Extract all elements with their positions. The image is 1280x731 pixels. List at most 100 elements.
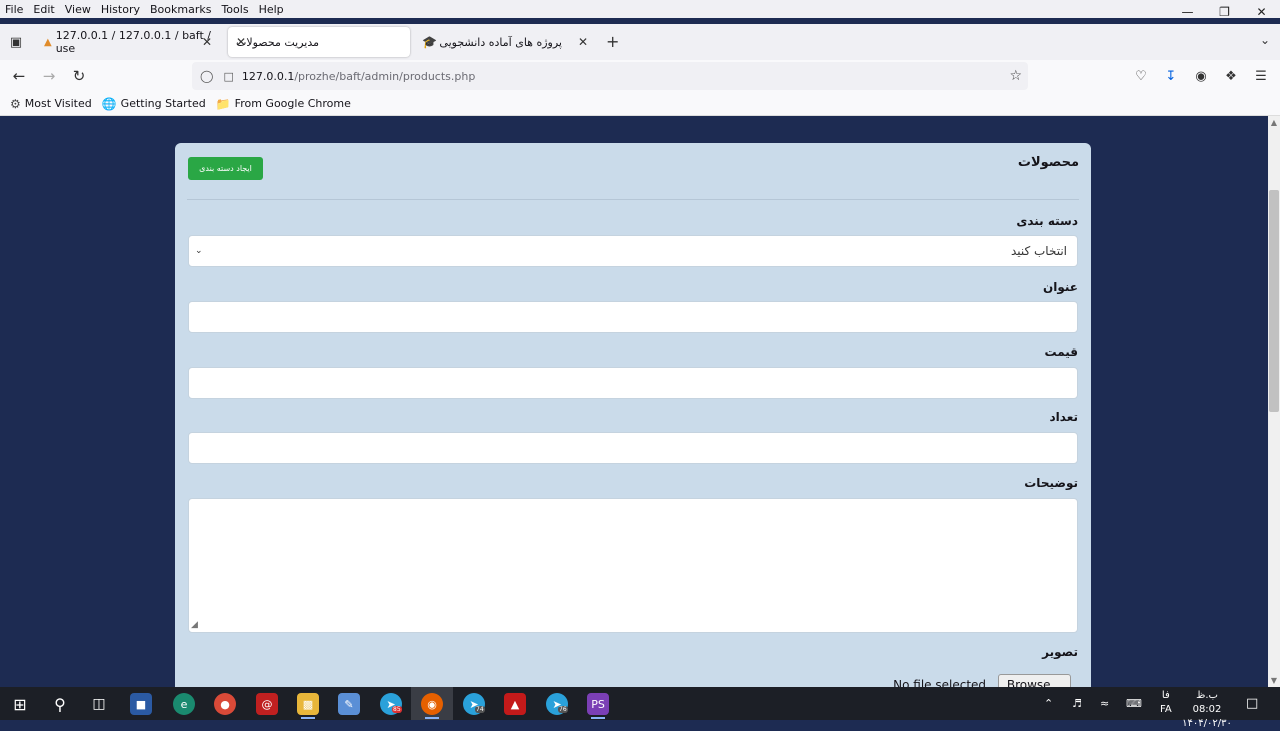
- new-tab-icon[interactable]: +: [606, 32, 619, 51]
- edge-icon[interactable]: e: [173, 693, 195, 715]
- chevron-down-icon: ⌄: [195, 246, 203, 256]
- firefox-icon[interactable]: ◉: [421, 693, 443, 715]
- menu-icon[interactable]: ☰: [1252, 66, 1270, 86]
- title-input[interactable]: [188, 301, 1078, 333]
- page-scrollbar[interactable]: ▲ ▼: [1268, 116, 1280, 687]
- image-file-input[interactable]: No file selected. Browse...: [893, 674, 1071, 687]
- graduation-cap-icon: 🎓: [422, 35, 437, 49]
- category-selected-value: انتخاب کنید: [1010, 244, 1067, 258]
- volume-icon[interactable]: ♬: [1072, 687, 1082, 720]
- url-host: 127.0.0.1: [241, 69, 295, 83]
- products-card: محصولات ایجاد دسته بندی دسته بندی ⌄ انتخ…: [175, 143, 1091, 687]
- menu-view[interactable]: View: [60, 3, 96, 16]
- telegram-badge: 74: [475, 706, 485, 713]
- tab-title: 127.0.0.1 / 127.0.0.1 / baft / use: [55, 29, 211, 55]
- close-tab-icon[interactable]: ✕: [202, 35, 212, 49]
- bookmark-most-visited[interactable]: ⚙ Most Visited: [10, 97, 92, 111]
- menu-bookmarks[interactable]: Bookmarks: [145, 3, 216, 16]
- running-indicator: [301, 717, 315, 719]
- clock-date: ۱۴۰۴/۰۲/۳۰: [1182, 718, 1232, 729]
- divider: [187, 199, 1079, 200]
- language-code: FA: [1160, 704, 1172, 715]
- category-select[interactable]: ⌄ انتخاب کنید: [188, 235, 1078, 267]
- download-icon[interactable]: ↧: [1162, 66, 1180, 86]
- title-label: عنوان: [1043, 280, 1078, 294]
- bookmark-label: Getting Started: [120, 97, 206, 110]
- menu-tools[interactable]: Tools: [216, 3, 253, 16]
- price-label: قیمت: [1044, 345, 1078, 359]
- account-icon[interactable]: ◉: [1192, 66, 1210, 86]
- tab-products[interactable]: مدیریت محصولات ✕: [228, 27, 410, 57]
- scroll-up-icon[interactable]: ▲: [1268, 118, 1280, 127]
- bookmark-label: Most Visited: [24, 97, 92, 110]
- tab-bar: ▣ ▲ 127.0.0.1 / 127.0.0.1 / baft / use ✕…: [0, 24, 1280, 60]
- task-view-icon[interactable]: ◫: [88, 693, 110, 715]
- page-title: محصولات: [1017, 155, 1079, 170]
- telegram-badge: 76: [558, 706, 568, 713]
- resize-grip-icon[interactable]: ◢: [191, 620, 198, 630]
- create-category-button[interactable]: ایجاد دسته بندی: [188, 157, 263, 180]
- restore-icon[interactable]: ❐: [1206, 0, 1243, 24]
- scroll-down-icon[interactable]: ▼: [1268, 676, 1280, 685]
- windows-start-icon[interactable]: ⊞: [9, 693, 31, 715]
- description-textarea[interactable]: ◢: [188, 498, 1078, 633]
- globe-icon: 🌐: [101, 96, 117, 111]
- notepad-icon[interactable]: ✎: [338, 693, 360, 715]
- menu-bar: File Edit View History Bookmarks Tools H…: [0, 0, 1280, 18]
- forward-icon[interactable]: →: [39, 66, 59, 86]
- description-label: توضیحات: [1024, 476, 1078, 490]
- bookmark-star-icon[interactable]: ☆: [1009, 68, 1022, 84]
- tab-phpmyadmin[interactable]: ▲ 127.0.0.1 / 127.0.0.1 / baft / use ✕: [36, 27, 220, 57]
- phpstorm-icon[interactable]: PS: [587, 693, 609, 715]
- app-icon[interactable]: @: [256, 693, 278, 715]
- scrollbar-thumb[interactable]: [1269, 190, 1279, 412]
- wifi-icon[interactable]: ≈: [1100, 687, 1109, 720]
- back-icon[interactable]: ←: [9, 66, 29, 86]
- count-input[interactable]: [188, 432, 1078, 464]
- clock[interactable]: ب.ظ 08:02 ۱۴۰۴/۰۲/۳۰: [1182, 689, 1232, 731]
- file-status: No file selected.: [893, 678, 990, 687]
- menu-help[interactable]: Help: [254, 3, 289, 16]
- close-tab-icon[interactable]: ✕: [578, 35, 588, 49]
- search-icon[interactable]: ⚲: [49, 693, 71, 715]
- tab-student-projects[interactable]: پروژه های آماده دانشجویی 🎓 ✕: [414, 27, 598, 57]
- extensions-icon[interactable]: ❖: [1222, 66, 1240, 86]
- running-indicator: [591, 717, 605, 719]
- bookmark-from-google-chrome[interactable]: 📁 From Google Chrome: [216, 97, 351, 111]
- price-input[interactable]: [188, 367, 1078, 399]
- chevron-up-icon[interactable]: ⌃: [1044, 687, 1053, 720]
- close-window-icon[interactable]: ✕: [1243, 0, 1280, 24]
- folder-icon: 📁: [215, 96, 231, 111]
- bookmark-getting-started[interactable]: 🌐 Getting Started: [102, 97, 206, 111]
- reload-icon[interactable]: ↻: [69, 66, 89, 86]
- shield-icon[interactable]: ◯: [200, 69, 213, 83]
- file-explorer-icon[interactable]: ▩: [297, 693, 319, 715]
- image-label: تصویر: [1042, 645, 1078, 659]
- page-icon[interactable]: □: [223, 70, 233, 83]
- phpmyadmin-icon: ▲: [44, 36, 52, 48]
- count-label: تعداد: [1049, 410, 1078, 424]
- tab-overview-icon[interactable]: ▣: [6, 32, 26, 52]
- menu-history[interactable]: History: [96, 3, 145, 16]
- notification-icon[interactable]: □: [1246, 687, 1258, 720]
- clock-time: ب.ظ 08:02: [1192, 690, 1222, 715]
- url-path: /prozhe/baft/admin/products.php: [294, 69, 476, 83]
- browse-button[interactable]: Browse...: [997, 674, 1071, 687]
- window-controls: — ❐ ✕: [1169, 0, 1280, 24]
- bookmark-label: From Google Chrome: [234, 97, 351, 110]
- bookmarks-bar: ⚙ Most Visited 🌐 Getting Started 📁 From …: [0, 92, 1280, 116]
- store-icon[interactable]: ■: [130, 693, 152, 715]
- chevron-down-icon[interactable]: ⌄: [1260, 33, 1270, 47]
- menu-file[interactable]: File: [0, 3, 28, 16]
- language-indicator[interactable]: فا FA: [1160, 689, 1172, 717]
- menu-edit[interactable]: Edit: [28, 3, 59, 16]
- close-tab-icon[interactable]: ✕: [236, 35, 246, 49]
- pocket-icon[interactable]: ♡: [1132, 66, 1150, 86]
- chrome-icon[interactable]: ●: [214, 693, 236, 715]
- acrobat-icon[interactable]: ▲: [504, 693, 526, 715]
- toolbar-icons: ♡ ↧ ◉ ❖ ☰: [1132, 66, 1270, 86]
- telegram-badge: 85: [392, 706, 402, 713]
- minimize-icon[interactable]: —: [1169, 0, 1206, 24]
- url-bar[interactable]: ◯ □ 127.0.0.1/prozhe/baft/admin/products…: [192, 62, 1028, 90]
- keyboard-icon[interactable]: ⌨: [1126, 687, 1142, 720]
